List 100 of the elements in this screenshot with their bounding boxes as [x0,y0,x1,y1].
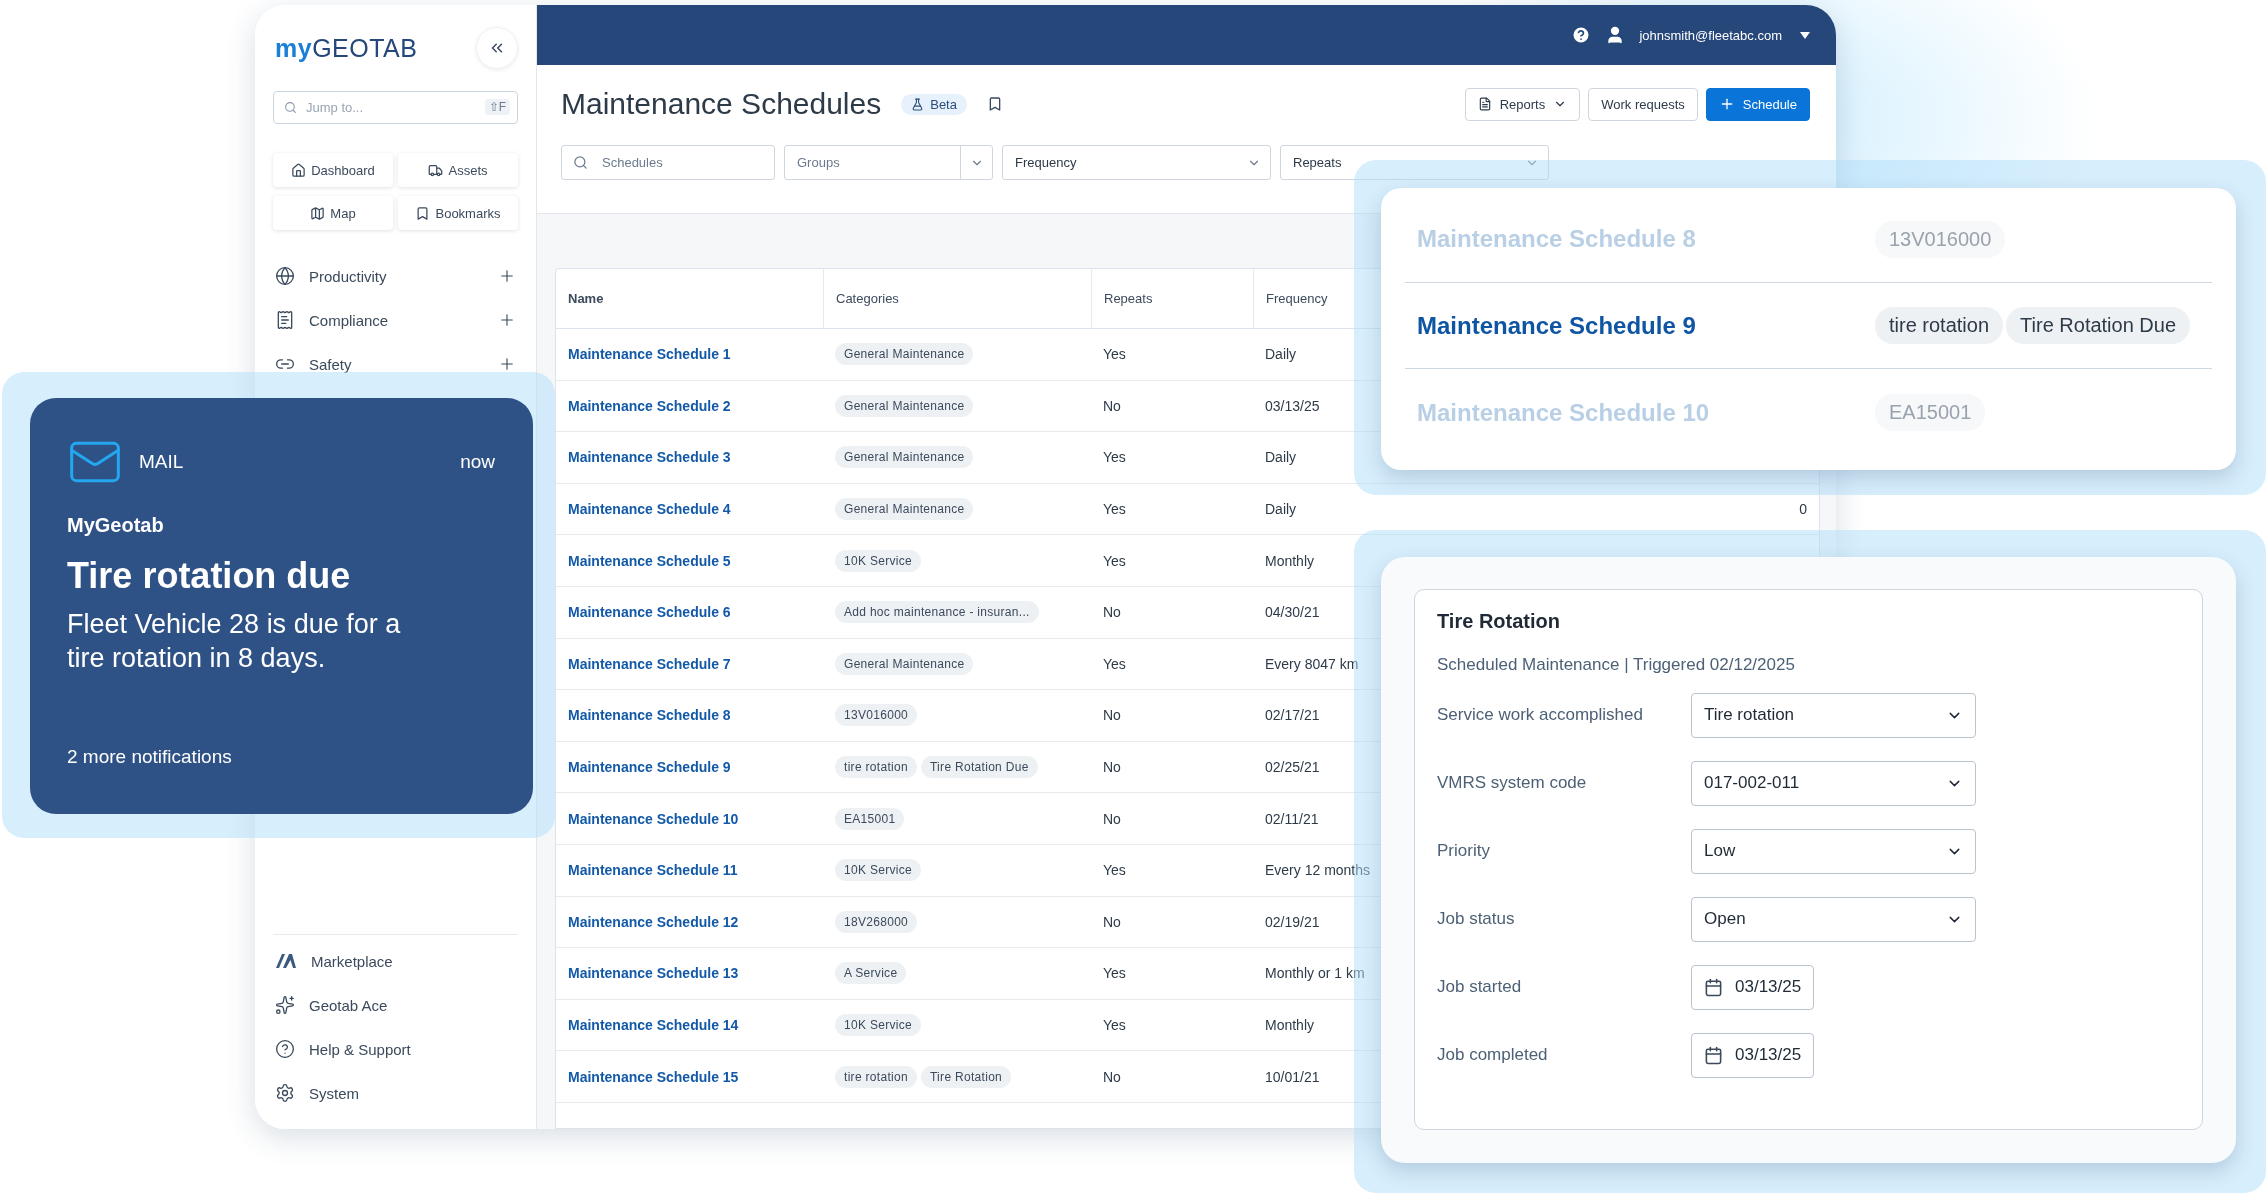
plus-icon [498,311,516,329]
notification-title: Tire rotation due [67,555,352,597]
nav-item[interactable]: Safety [273,342,518,386]
table-cell: Yes [1091,535,1253,587]
filter-dropdown[interactable]: Repeats [1280,145,1549,180]
category-tag: Tire Rotation [920,1065,1012,1088]
result-tag: tire rotation [1875,307,2004,344]
truck-icon [428,162,444,178]
result-row[interactable]: Maintenance Schedule 9 tire rotation Tire Rotation Due [1405,283,2212,369]
nav-item[interactable]: System [273,1071,518,1115]
nav-item[interactable]: Help & Support [273,1027,518,1071]
notification-card[interactable]: MAIL now MyGeotab Tire rotation due Fleet Vehicle 28 is due for a tire rotation in 8 days. 2 more notifications [30,398,533,814]
caret-icon[interactable] [1800,31,1810,39]
add-schedule-button[interactable]: Schedule [1705,87,1810,121]
table-cell: Yes [1091,483,1253,536]
table-cell: No [1091,741,1253,794]
slashes-logo-icon [275,953,297,969]
table-cell: Yes [1091,329,1253,381]
schedule-link[interactable]: Maintenance Schedule 8 [568,707,731,724]
table-cell: No [1091,1051,1253,1103]
category-tag: 10K Service [835,859,921,882]
settings-icon [275,1083,295,1103]
select-field[interactable]: Open [1691,896,1976,942]
column-header[interactable]: Repeats [1091,269,1253,329]
nav-item[interactable]: Geotab Ace [273,983,518,1027]
calendar-icon [1704,977,1723,997]
table-cell: Daily [1253,483,1759,536]
help-icon [275,1039,295,1059]
search-icon [573,155,588,170]
schedule-link[interactable]: Maintenance Schedule 15 [568,1068,739,1085]
category-tag: 10K Service [835,549,921,572]
quick-link-button[interactable]: Assets [398,153,518,187]
table-cell: Yes [1091,638,1253,691]
select-field[interactable]: Low [1691,828,1976,874]
table-cell: No [1091,586,1253,639]
category-tag: Add hoc maintenance - insuran... [835,601,1039,624]
nav-item[interactable]: Productivity [273,254,518,298]
field-label: Job status [1437,909,1516,929]
beta-badge: Beta [901,93,967,115]
category-tag: General Maintenance [835,394,974,417]
date-field[interactable]: 03/13/25 [1691,964,1815,1010]
map-icon [310,205,326,221]
schedule-link[interactable]: Maintenance Schedule 12 [568,913,739,930]
user-email[interactable]: johnsmith@fleetabc.com [1639,27,1782,43]
schedule-link[interactable]: Maintenance Schedule 9 [568,759,731,776]
search-field[interactable]: Schedules [561,145,775,180]
quick-link-button[interactable]: Dashboard [273,153,393,187]
result-name: Maintenance Schedule 8 [1417,225,1697,253]
category-tag: tire rotation [835,1065,917,1088]
schedule-link[interactable]: Maintenance Schedule 14 [568,1017,739,1033]
column-header[interactable]: Categories [823,269,1091,329]
schedule-link[interactable]: Maintenance Schedule 4 [568,501,731,518]
more-notifications: 2 more notifications [67,746,233,768]
nav-item[interactable]: Marketplace [273,939,518,983]
quick-link-button[interactable]: Map [273,196,393,230]
help-icon[interactable] [1571,25,1592,45]
schedule-link[interactable]: Maintenance Schedule 13 [568,965,739,982]
category-tag: 18V268000 [835,910,918,933]
nav-item[interactable]: Compliance [273,298,518,342]
date-field[interactable]: 03/13/25 [1691,1032,1815,1078]
category-tag: General Maintenance [835,498,974,521]
filter-dropdown[interactable]: Frequency [1002,145,1271,180]
category-tag: A Service [835,962,907,985]
reports-button[interactable]: Reports [1464,87,1581,121]
category-tag: EA15001 [835,807,905,830]
work-requests-button[interactable]: Work requests [1588,87,1698,121]
select-field[interactable]: Tire rotation [1691,692,1976,738]
table-cell: No [1091,896,1253,949]
field-label: VMRS system code [1437,773,1588,793]
field-label: Job started [1437,977,1523,997]
schedule-link[interactable]: Maintenance Schedule 5 [568,552,731,569]
quick-link-button[interactable]: Bookmarks [398,196,518,230]
bookmark-icon [415,205,431,221]
schedule-link[interactable]: Maintenance Schedule 10 [568,810,739,827]
schedule-link[interactable]: Maintenance Schedule 1 [568,346,731,363]
table-cell: Yes [1091,844,1253,897]
schedule-link[interactable]: Maintenance Schedule 11 [568,862,738,879]
groups-field[interactable]: Groups [784,145,993,180]
house-icon [291,162,307,178]
table-cell: No [1091,380,1253,433]
schedule-link[interactable]: Maintenance Schedule 3 [568,449,731,466]
schedule-link[interactable]: Maintenance Schedule 7 [568,655,731,672]
logo: myGEOTAB [275,33,418,63]
table-cell: Yes [1091,948,1253,1000]
category-tag: General Maintenance [835,343,974,366]
result-name: Maintenance Schedule 10 [1417,398,1711,427]
schedule-link[interactable]: Maintenance Schedule 6 [568,604,731,621]
table-cell: Yes [1091,999,1253,1052]
category-tag: General Maintenance [835,652,974,675]
globe-icon [275,266,295,286]
notification-body: Fleet Vehicle 28 is due for a tire rotation in 8 days. [67,608,402,675]
column-header[interactable]: Name [556,269,823,329]
result-tag: 13V016000 [1875,220,2006,258]
field-label: Service work accomplished [1437,705,1644,725]
schedule-link[interactable]: Maintenance Schedule 2 [568,397,731,414]
plus-icon [498,355,516,373]
select-field[interactable]: 017-002-011 [1691,760,1976,806]
calendar-icon [1704,1045,1723,1065]
receipt-icon [275,310,295,330]
flask-icon [911,97,925,111]
